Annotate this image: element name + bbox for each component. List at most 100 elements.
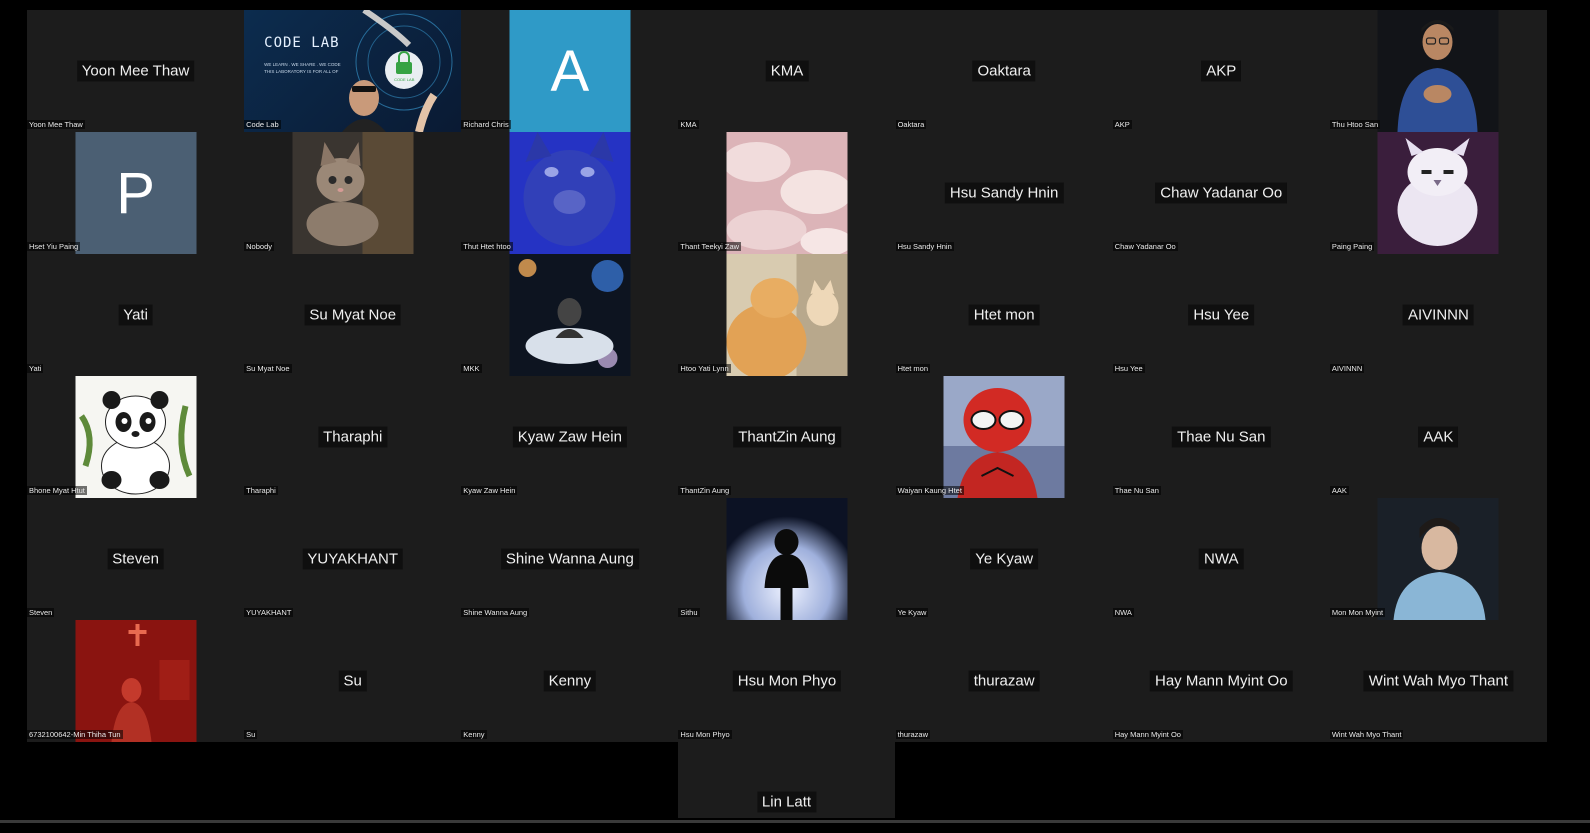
participant-tile[interactable]: Bhone Myat Htut [27,376,245,498]
participant-display-name: Lin Latt [756,791,817,813]
participant-tile[interactable]: Waiyan Kaung Htet [895,376,1113,498]
participant-tile[interactable]: Thant Teekyi Zaw [678,132,896,254]
participant-tile[interactable]: Shine Wanna Aung Shine Wanna Aung [461,498,679,620]
participant-label: Bhone Myat Htut [27,486,87,495]
participant-label: Tharaphi [244,486,278,495]
participant-tile[interactable]: Ye Kyaw Ye Kyaw [895,498,1113,620]
panda-image [75,376,197,498]
video-feed [1377,10,1499,132]
participant-tile[interactable]: thurazaw thurazaw [895,620,1113,742]
participant-label: AAK [1329,486,1349,495]
participant-label: Yoon Mee Thaw [27,120,85,129]
participant-tile[interactable]: Hsu Sandy Hnin Hsu Sandy Hnin [895,132,1113,254]
person-video-image [1377,10,1499,132]
participant-display-name: Hay Mann Myint Oo [1149,670,1293,692]
red-room-image [75,620,197,742]
participant-label: Htoo Yati Lynn [678,364,731,373]
participant-label: ThantZin Aung [678,486,732,495]
participant-tile[interactable]: Thut Htet htoo [461,132,679,254]
profile-picture [509,254,631,376]
participant-display-name: thurazaw [968,670,1040,692]
participant-label: AIVINNN [1329,364,1365,373]
participant-label: Yati [27,364,44,373]
participant-label: Hset Yiu Paing [27,242,81,251]
profile-picture [1377,132,1499,254]
participant-label: Paing Paing [1329,242,1375,251]
participant-tile[interactable]: Hay Mann Myint Oo Hay Mann Myint Oo [1112,620,1330,742]
participant-label: NWA [1112,608,1134,617]
profile-picture [726,132,848,254]
participant-tile[interactable]: YUYAKHANT YUYAKHANT [244,498,462,620]
participant-tile[interactable]: A Richard Chris [461,10,679,132]
participant-display-name: AKP [1201,60,1242,82]
participant-tile[interactable]: Su Myat Noe Su Myat Noe [244,254,462,376]
participant-display-name: Htet mon [968,304,1040,326]
avatar-letter: P [116,160,155,226]
person-portrait-image [1377,498,1499,620]
participant-tile[interactable]: AIVINNN AIVINNN [1329,254,1547,376]
spiderman-image [943,376,1065,498]
profile-picture [292,132,414,254]
participant-tile[interactable]: Htoo Yati Lynn [678,254,896,376]
avatar: P [75,132,197,254]
participant-label: Mon Mon Myint [1329,608,1386,617]
participant-label: Kenny [461,730,487,739]
participant-tile[interactable]: Thu Htoo San [1329,10,1547,132]
participant-display-name: Wint Wah Myo Thant [1363,670,1514,692]
participant-tile[interactable]: Mon Mon Myint [1329,498,1547,620]
participant-tile[interactable]: Su Su [244,620,462,742]
participant-tile[interactable]: Steven Steven [27,498,245,620]
participant-label: Nobody [244,242,274,251]
participant-label: Wint Wah Myo Thant [1329,730,1404,739]
participant-tile[interactable]: MKK [461,254,679,376]
participant-label: Richard Chris [461,120,511,129]
participant-display-name: YUYAKHANT [302,548,403,570]
participant-tile[interactable]: Paing Paing [1329,132,1547,254]
participant-display-name: Thae Nu San [1172,426,1271,448]
participant-label: YUYAKHANT [244,608,294,617]
participant-display-name: Steven [107,548,164,570]
participant-label: Kyaw Zaw Hein [461,486,518,495]
participant-tile[interactable]: AAK AAK [1329,376,1547,498]
cat-mirror-image [726,254,848,376]
participant-label: Thut Htet htoo [461,242,513,251]
participant-label: thurazaw [895,730,930,739]
participant-tile[interactable]: Lin Latt [678,742,895,818]
participant-label: Steven [27,608,55,617]
participant-tile[interactable]: Thae Nu San Thae Nu San [1112,376,1330,498]
participant-tile[interactable]: Sithu [678,498,896,620]
participant-tile[interactable]: ThantZin Aung ThantZin Aung [678,376,896,498]
participant-tile[interactable]: NWA NWA [1112,498,1330,620]
banner-line-1: WE LEARN . WE SHARE . WE CODE [264,62,341,67]
participant-label: Thae Nu San [1112,486,1161,495]
participant-tile[interactable]: Yati Yati [27,254,245,376]
participant-tile[interactable]: Yoon Mee Thaw Yoon Mee Thaw [27,10,245,132]
kitten-image [292,132,414,254]
participant-tile[interactable]: Wint Wah Myo Thant Wint Wah Myo Thant [1329,620,1547,742]
participant-tile[interactable]: Hsu Yee Hsu Yee [1112,254,1330,376]
avatar-letter: A [550,38,590,104]
participant-tile[interactable]: 6732100642-Min Thiha Tun [27,620,245,742]
participant-tile[interactable]: Htet mon Htet mon [895,254,1113,376]
participant-tile[interactable]: Kyaw Zaw Hein Kyaw Zaw Hein [461,376,679,498]
participant-tile[interactable]: P Hset Yiu Paing [27,132,245,254]
participant-tile[interactable]: AKP AKP [1112,10,1330,132]
participant-gallery: Yoon Mee Thaw Yoon Mee Thaw CODE LAB WE … [27,10,1547,742]
participant-tile[interactable]: Hsu Mon Phyo Hsu Mon Phyo [678,620,896,742]
participant-tile[interactable]: Oaktara Oaktara [895,10,1113,132]
participant-tile[interactable]: CODE LAB WE LEARN . WE SHARE . WE CODE T… [244,10,462,132]
avatar: A [509,10,631,132]
participant-label: Ye Kyaw [895,608,929,617]
participant-label: Thant Teekyi Zaw [678,242,742,251]
participant-label: Oaktara [895,120,927,129]
participant-display-name: Shine Wanna Aung [500,548,639,570]
participant-tile[interactable]: Tharaphi Tharaphi [244,376,462,498]
participant-label: Hay Mann Myint Oo [1112,730,1183,739]
participant-tile[interactable]: Chaw Yadanar Oo Chaw Yadanar Oo [1112,132,1330,254]
participant-display-name: Su Myat Noe [304,304,402,326]
participant-label: Sithu [678,608,700,617]
participant-label: Hsu Mon Phyo [678,730,732,739]
participant-tile[interactable]: KMA KMA [678,10,896,132]
participant-tile[interactable]: Nobody [244,132,462,254]
participant-tile[interactable]: Kenny Kenny [461,620,679,742]
